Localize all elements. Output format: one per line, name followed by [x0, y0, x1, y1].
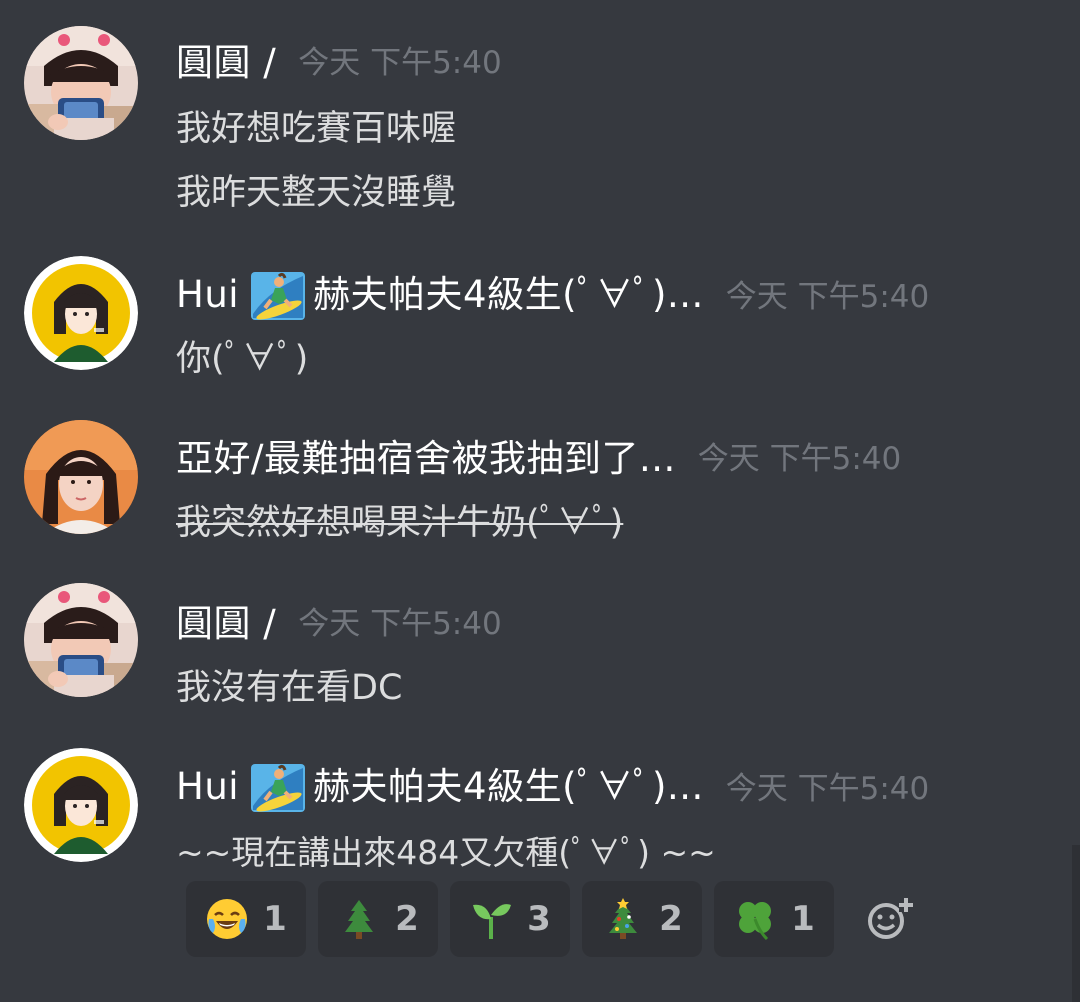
message-group: 亞好/最難抽宿舍被我抽到了... 今天 下午5:40 我突然好想喝果汁牛奶(ﾟ∀…	[0, 418, 1080, 548]
christmas-tree-emoji-icon	[609, 898, 638, 939]
message-text: 我好想吃賽百味喔	[176, 109, 457, 149]
message-text: 我突然好想喝果汁牛奶(ﾟ∀ﾟ)	[176, 503, 624, 543]
reaction-count: 1	[791, 899, 815, 939]
message-text: 我沒有在看DC	[176, 668, 403, 708]
username[interactable]: Hui 赫夫帕夫4級生(ﾟ∀ﾟ)...	[176, 264, 704, 323]
reaction-christmas-tree[interactable]: 2	[582, 881, 702, 957]
reaction-count: 3	[527, 899, 551, 939]
reaction-count: 1	[263, 899, 287, 939]
reaction-seedling[interactable]: 3	[450, 881, 570, 957]
reaction-evergreen-tree[interactable]: 2	[318, 881, 438, 957]
reaction-count: 2	[659, 899, 683, 939]
username-text: 赫夫帕夫4級生(ﾟ∀ﾟ)...	[313, 272, 704, 316]
username[interactable]: 圓圓 /	[176, 593, 276, 647]
joy-emoji-icon	[207, 899, 248, 939]
message-text: 你(ﾟ∀ﾟ)	[176, 339, 309, 379]
message-header: 圓圓 / 今天 下午5:40	[176, 34, 502, 84]
four-leaf-clover-icon	[739, 902, 772, 941]
reaction-joy[interactable]: 1	[186, 881, 306, 957]
avatar-yuanyuan[interactable]	[24, 583, 138, 697]
reactions-bar: 1 2 3 2 1	[186, 881, 920, 957]
avatar-yahao[interactable]	[24, 420, 138, 534]
surfer-emoji-icon	[249, 762, 307, 814]
username-text: Hui	[176, 764, 240, 808]
message-group: Hui 赫夫帕夫4級生(ﾟ∀ﾟ)... 今天 下午5:40 ~~現在講出來484又…	[0, 748, 1080, 878]
message-header: 亞好/最難抽宿舍被我抽到了... 今天 下午5:40	[176, 430, 901, 480]
seedling-icon	[473, 904, 512, 939]
evergreen-tree-emoji-icon	[345, 900, 374, 939]
add-emoji-icon	[868, 898, 913, 939]
username[interactable]: 圓圓 /	[176, 32, 276, 86]
avatar-hui[interactable]	[24, 256, 138, 370]
timestamp: 今天 下午5:40	[298, 44, 502, 81]
username[interactable]: 亞好/最難抽宿舍被我抽到了...	[176, 428, 676, 482]
surfer-emoji-icon	[249, 270, 307, 322]
message-header: Hui 赫夫帕夫4級生(ﾟ∀ﾟ)... 今天 下午5:40	[176, 268, 930, 321]
message-header: 圓圓 / 今天 下午5:40	[176, 595, 502, 645]
scrollbar-track[interactable]	[1072, 845, 1080, 1002]
timestamp: 今天 下午5:40	[298, 605, 502, 642]
username-text: Hui	[176, 272, 240, 316]
add-reaction-button[interactable]	[860, 881, 920, 957]
timestamp: 今天 下午5:40	[725, 278, 930, 315]
message-header: Hui 赫夫帕夫4級生(ﾟ∀ﾟ)... 今天 下午5:40	[176, 760, 930, 813]
message-text: ~~現在講出來484又欠種(ﾟ∀ﾟ) ~~	[176, 833, 716, 872]
reaction-count: 2	[395, 899, 419, 939]
avatar-hui[interactable]	[24, 748, 138, 862]
timestamp: 今天 下午5:40	[697, 440, 902, 477]
username[interactable]: Hui 赫夫帕夫4級生(ﾟ∀ﾟ)...	[176, 756, 704, 815]
timestamp: 今天 下午5:40	[725, 770, 930, 807]
avatar-yuanyuan[interactable]	[24, 26, 138, 140]
message-group: Hui 赫夫帕夫4級生(ﾟ∀ﾟ)... 今天 下午5:40 你(ﾟ∀ﾟ)	[0, 256, 1080, 386]
chat-message-list: 圓圓 / 今天 下午5:40 我好想吃賽百味喔 我昨天整天沒睡覺 Hui 赫夫帕夫…	[0, 0, 1080, 1002]
message-group: 圓圓 / 今天 下午5:40 我好想吃賽百味喔 我昨天整天沒睡覺	[0, 22, 1080, 222]
message-group: 圓圓 / 今天 下午5:40 我沒有在看DC	[0, 583, 1080, 713]
username-text: 赫夫帕夫4級生(ﾟ∀ﾟ)...	[313, 764, 704, 808]
message-text: 我昨天整天沒睡覺	[176, 173, 457, 213]
reaction-four-leaf-clover[interactable]: 1	[714, 881, 834, 957]
